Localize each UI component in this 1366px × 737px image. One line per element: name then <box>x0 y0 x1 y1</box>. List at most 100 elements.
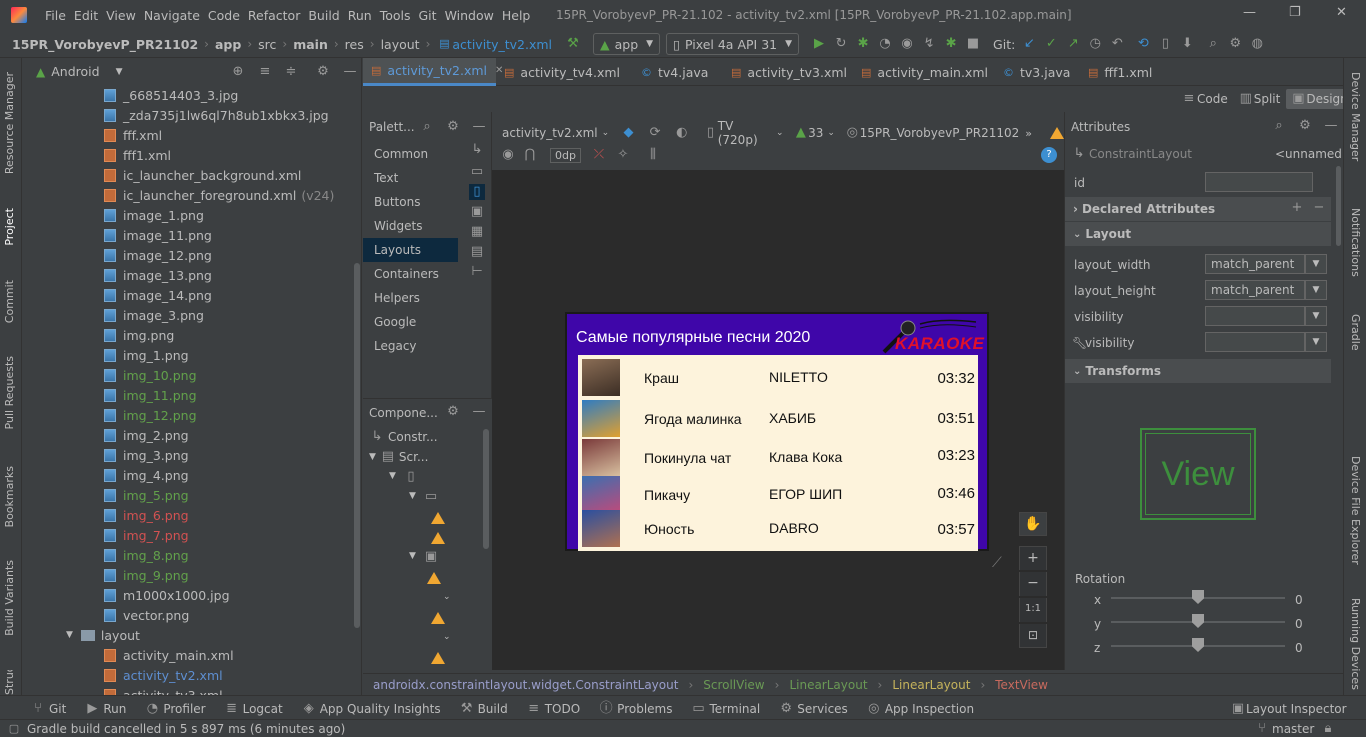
infer-constraints-icon[interactable]: ✧ <box>615 147 631 163</box>
file-item[interactable]: _668514403_3.jpg <box>104 85 238 105</box>
space-icon[interactable]: ⊢ <box>469 264 485 280</box>
palette-category-legacy[interactable]: Legacy <box>363 334 458 358</box>
hide-icon[interactable]: — <box>471 404 487 420</box>
tree-node-scrollview[interactable]: ▼ ▤ Scr... <box>369 449 428 465</box>
run-config-dropdown[interactable]: ▲ app ▼ <box>593 33 661 55</box>
tool-window-app-inspection[interactable]: ◎ App Inspection <box>866 701 974 717</box>
layout-inspector-tab[interactable]: ▣ Layout Inspector <box>1230 701 1347 717</box>
tool-window-app-quality-insights[interactable]: ◈ App Quality Insights <box>301 701 441 717</box>
theme-dropdown[interactable]: 15PR_VorobyevP_PR21102 <box>860 126 1020 140</box>
transforms-section[interactable]: ⌄ Transforms <box>1065 359 1331 383</box>
songs-list[interactable]: Краш NILETTO 03:32 Ягода малинка ХАБИБ 03:51 П… <box>578 355 978 551</box>
account-icon[interactable]: ◍ <box>1249 36 1265 52</box>
menu-code[interactable]: Code <box>208 8 240 23</box>
tab-device-file-explorer[interactable]: Device File Explorer <box>1349 456 1362 565</box>
menu-navigate[interactable]: Navigate <box>144 8 200 23</box>
api-dropdown[interactable]: 33 <box>808 126 823 140</box>
orientation-icon[interactable]: ⟳ <box>648 125 663 141</box>
chevron-down-icon[interactable]: ▼ <box>409 491 416 501</box>
tool-window-run[interactable]: ▶ Run <box>84 701 126 717</box>
warning-icon[interactable] <box>431 612 445 624</box>
chevron-down-icon[interactable]: ▼ <box>1305 280 1327 300</box>
file-item[interactable]: img_12.png <box>104 405 197 425</box>
menu-refactor[interactable]: Refactor <box>248 8 300 23</box>
git-push-icon[interactable]: ↗ <box>1065 36 1081 52</box>
rerun-icon[interactable]: ↻ <box>833 36 849 52</box>
file-item[interactable]: fff.xml <box>104 125 162 145</box>
constraint-layout-icon[interactable]: ↳ <box>469 142 485 158</box>
file-item[interactable]: vector.png <box>104 605 189 625</box>
gear-icon[interactable]: ⚙ <box>445 119 461 135</box>
breadcrumb-src[interactable]: src <box>258 37 276 52</box>
file-item[interactable]: ic_launcher_foreground.xml (v24) <box>104 185 334 205</box>
tool-window-build[interactable]: ⚒ Build <box>459 701 508 717</box>
run-icon[interactable]: ▶ <box>811 36 827 52</box>
palette-category-containers[interactable]: Containers <box>363 262 458 286</box>
rotation-z-value[interactable]: 0 <box>1295 641 1303 655</box>
clear-constraints-icon[interactable]: ⤫ <box>591 147 607 163</box>
apply-changes-icon[interactable]: ↯ <box>921 36 937 52</box>
layout-file-item[interactable]: activity_main.xml <box>104 645 234 665</box>
gear-icon[interactable]: ⚙ <box>445 404 461 420</box>
remove-icon[interactable]: − <box>1311 200 1327 216</box>
folder-layout[interactable]: ▼ layout <box>66 625 140 645</box>
tab-project[interactable]: Project <box>3 208 16 246</box>
file-item[interactable]: image_14.png <box>104 285 212 305</box>
chevron-down-icon[interactable]: ▼ <box>1305 254 1327 274</box>
path-item[interactable]: LinearLayout <box>789 678 867 692</box>
hide-icon[interactable]: — <box>342 64 358 80</box>
breadcrumb-file[interactable]: activity_tv2.xml <box>452 37 552 52</box>
tab-activity-tv4-xml[interactable]: ▤ activity_tv4.xml <box>496 58 620 86</box>
rollback-icon[interactable]: ↶ <box>1109 36 1125 52</box>
tab-activity-tv3-xml[interactable]: ▤ activity_tv3.xml <box>723 58 847 86</box>
chevron-down-icon[interactable]: ⌄ <box>443 592 451 602</box>
tree-node-constraint[interactable]: ↳ Constr... <box>369 429 438 445</box>
device-manager-icon[interactable]: ▯ <box>1157 36 1173 52</box>
chevron-down-icon[interactable]: ⌄ <box>443 632 451 642</box>
tool-window-services[interactable]: ⚙ Services <box>778 701 847 717</box>
path-item[interactable]: ScrollView <box>703 678 764 692</box>
file-item[interactable]: image_11.png <box>104 225 212 245</box>
device-dropdown[interactable]: ▯ Pixel 4a API 31 ▼ <box>666 33 800 55</box>
file-item[interactable]: _zda735j1lw6ql7h8ub1xbkx3.jpg <box>104 105 329 125</box>
path-item[interactable]: androidx.constraintlayout.widget.Constra… <box>373 678 678 692</box>
file-item[interactable]: img_8.png <box>104 545 189 565</box>
menu-view[interactable]: View <box>106 8 136 23</box>
menu-help[interactable]: Help <box>502 8 531 23</box>
default-margin-field[interactable]: 0dp <box>550 147 581 163</box>
tab-build-variants[interactable]: Build Variants <box>3 560 16 636</box>
chevron-down-icon[interactable]: ▼ <box>1305 332 1327 352</box>
file-item[interactable]: fff1.xml <box>104 145 171 165</box>
layout-height-field[interactable]: match_parent <box>1205 280 1305 300</box>
eye-icon[interactable]: ◉ <box>500 147 516 163</box>
chevron-down-icon[interactable]: ▼ <box>1305 306 1327 326</box>
gradle-sync-icon[interactable]: ⟲ <box>1135 36 1151 52</box>
code-mode-button[interactable]: Code <box>1197 92 1228 106</box>
breadcrumb-project[interactable]: 15PR_VorobyevP_PR21102 <box>12 37 198 52</box>
tab-activity-tv2-xml[interactable]: ▤ activity_tv2.xml ✕ <box>363 58 503 86</box>
file-item[interactable]: img_11.png <box>104 385 197 405</box>
id-field[interactable] <box>1205 172 1313 192</box>
path-item[interactable]: TextView <box>995 678 1048 692</box>
file-item[interactable]: img_4.png <box>104 465 189 485</box>
visibility-field[interactable] <box>1205 306 1305 326</box>
zoom-out-button[interactable]: − <box>1019 572 1047 596</box>
tool-window-logcat[interactable]: ≣ Logcat <box>224 701 283 717</box>
rotation-y-value[interactable]: 0 <box>1295 617 1303 631</box>
path-item[interactable]: LinearLayout <box>892 678 970 692</box>
menu-tools[interactable]: Tools <box>380 8 411 23</box>
tab-tv4-java[interactable]: © tv4.java <box>633 58 723 86</box>
layout-section[interactable]: ⌄ Layout <box>1065 222 1331 246</box>
warning-icon[interactable] <box>431 512 445 524</box>
file-item[interactable]: ic_launcher_background.xml <box>104 165 301 185</box>
file-item[interactable]: image_13.png <box>104 265 212 285</box>
night-mode-icon[interactable]: ◐ <box>674 125 689 141</box>
tool-window-problems[interactable]: ⓘ Problems <box>598 701 673 717</box>
hammer-icon[interactable]: ⚒ <box>565 36 581 52</box>
file-item[interactable]: img.png <box>104 325 174 345</box>
collapse-all-icon[interactable]: ≑ <box>283 64 299 80</box>
file-item[interactable]: image_1.png <box>104 205 204 225</box>
file-item[interactable]: m1000x1000.jpg <box>104 585 230 605</box>
tab-tv3-java[interactable]: © tv3.java <box>995 58 1077 86</box>
tab-structure[interactable]: Structure <box>3 670 16 695</box>
